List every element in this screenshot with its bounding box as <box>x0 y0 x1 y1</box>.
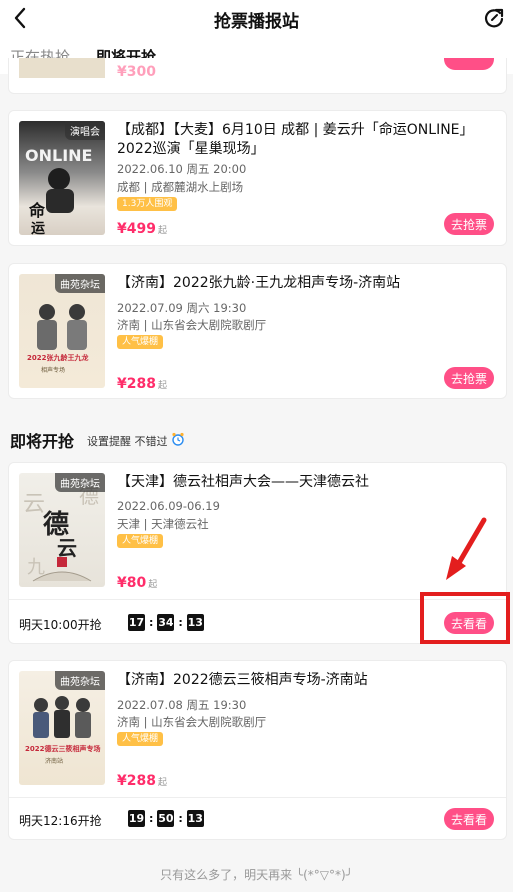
svg-text:2022张九龄王九龙: 2022张九龄王九龙 <box>27 353 88 362</box>
countdown-timer: 19: 50: 13 <box>128 810 204 827</box>
event-title: 【成都】【大麦】6月10日 成都 | 姜云升「命运ONLINE」2022巡演「星… <box>117 122 474 157</box>
app-root: { "header":{"title":"抢票播报站"}, "tabs":[{"… <box>0 0 513 892</box>
event-date: 2022.06.10 周五 20:00 <box>117 162 247 176</box>
category-tag: 演唱会 <box>65 121 105 140</box>
svg-text:运: 运 <box>31 221 45 235</box>
poster-image: 云德德云九 曲苑杂坛 <box>19 473 105 587</box>
event-card[interactable]: 2022德云三筱相声专场济南站 曲苑杂坛 【济南】2022德云三筱相声专场-济南… <box>8 660 507 840</box>
category-tag: 曲苑杂坛 <box>55 671 105 690</box>
countdown-timer: 17: 34: 13 <box>128 614 204 631</box>
grab-ticket-button[interactable]: 去抢票 <box>444 213 494 235</box>
event-date: 2022.06.09-06.19 <box>117 499 220 513</box>
refresh-icon[interactable] <box>483 7 505 29</box>
event-venue: 天津 | 天津德云社 <box>117 517 209 531</box>
category-tag: 曲苑杂坛 <box>55 274 105 293</box>
svg-text:命: 命 <box>28 201 46 220</box>
countdown-hours: 17 <box>128 614 145 631</box>
event-venue: 济南 | 山东省会大剧院歌剧厅 <box>117 715 267 729</box>
countdown-hours: 19 <box>128 810 145 827</box>
alarm-clock-icon <box>171 432 185 449</box>
sale-start-label: 明天10:00开抢 <box>19 618 102 632</box>
reminder-hint[interactable]: 设置提醒 不错过 <box>87 432 185 449</box>
top-bar: 抢票播报站 <box>0 0 513 38</box>
price: ¥80 起 <box>117 575 158 591</box>
event-venue: 济南 | 山东省会大剧院歌剧厅 <box>117 318 267 332</box>
price: ¥499 起 <box>117 221 167 237</box>
end-of-list-text: 只有这么多了，明天再来 ╰(*°▽°*)╯ <box>160 868 353 882</box>
event-venue: 成都 | 成都麓湖水上剧场 <box>117 180 244 194</box>
countdown-seconds: 13 <box>186 614 204 631</box>
popularity-badge: 人气爆棚 <box>117 732 164 746</box>
countdown-seconds: 13 <box>186 810 204 827</box>
annotation-arrow-icon <box>446 517 487 580</box>
event-title: 【天津】德云社相声大会——天津德云社 <box>117 474 369 490</box>
event-title: 【济南】2022张九龄·王九龙相声专场-济南站 <box>117 275 401 291</box>
svg-text:ONLINE: ONLINE <box>25 146 92 165</box>
svg-text:九: 九 <box>27 557 45 578</box>
popularity-badge: 人气爆棚 <box>117 534 164 548</box>
poster-image <box>19 58 105 78</box>
highlight-box <box>420 592 510 644</box>
event-date: 2022.07.08 周五 19:30 <box>117 698 247 712</box>
countdown-minutes: 50 <box>157 810 175 827</box>
grab-ticket-button[interactable]: 去抢票 <box>444 367 494 389</box>
divider <box>9 797 506 798</box>
poster-image: ONLINE 命运 演唱会 <box>19 121 105 235</box>
countdown-minutes: 34 <box>157 614 175 631</box>
svg-text:相声专场: 相声专场 <box>41 366 65 374</box>
price: ¥300 <box>117 64 156 80</box>
back-arrow-icon[interactable] <box>8 6 32 30</box>
popularity-badge: 人气爆棚 <box>117 335 164 349</box>
event-title: 【济南】2022德云三筱相声专场-济南站 <box>117 672 368 688</box>
price: ¥288 起 <box>117 376 167 392</box>
view-button[interactable]: 去看看 <box>444 808 494 830</box>
event-card[interactable]: ONLINE 命运 演唱会 【成都】【大麦】6月10日 成都 | 姜云升「命运ON… <box>8 110 507 246</box>
upcoming-section-title: 即将开抢 <box>10 432 75 451</box>
event-date: 2022.07.09 周六 19:30 <box>117 301 247 315</box>
svg-text:云: 云 <box>23 492 45 517</box>
popularity-badge: 1.3万人围观 <box>117 197 178 211</box>
poster-image: 2022张九龄王九龙相声专场 曲苑杂坛 <box>19 274 105 388</box>
previous-card-partial: ¥300 <box>8 58 507 94</box>
category-tag: 曲苑杂坛 <box>55 473 105 492</box>
event-card[interactable]: 2022张九龄王九龙相声专场 曲苑杂坛 【济南】2022张九龄·王九龙相声专场-… <box>8 263 507 399</box>
svg-text:济南站: 济南站 <box>45 757 63 765</box>
svg-text:云: 云 <box>57 536 77 560</box>
poster-image: 2022德云三筱相声专场济南站 曲苑杂坛 <box>19 671 105 785</box>
svg-text:2022德云三筱相声专场: 2022德云三筱相声专场 <box>25 744 100 753</box>
grab-ticket-button-partial[interactable] <box>444 58 494 70</box>
price: ¥288 起 <box>117 773 167 789</box>
page-title: 抢票播报站 <box>214 11 299 32</box>
sale-start-label: 明天12:16开抢 <box>19 814 102 828</box>
